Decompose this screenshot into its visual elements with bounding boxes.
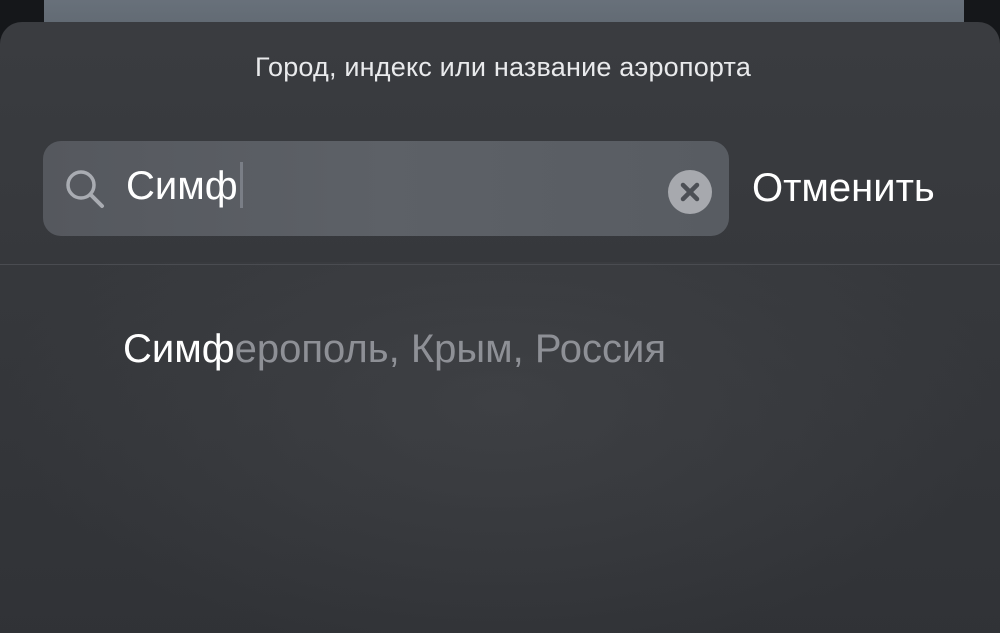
list-item[interactable]: Симферополь, Крым, Россия: [0, 307, 1000, 387]
clear-button[interactable]: [668, 170, 712, 214]
screen: Город, индекс или название аэропорта Сим…: [0, 0, 1000, 633]
search-icon: [62, 166, 108, 212]
result-match-text: Симф: [123, 327, 235, 371]
cancel-button[interactable]: Отменить: [752, 164, 935, 212]
search-sheet: Город, индекс или название аэропорта Сим…: [0, 22, 1000, 633]
sheet-title: Город, индекс или название аэропорта: [254, 52, 752, 82]
text-caret: [239, 162, 243, 208]
search-input-value[interactable]: Симф: [126, 162, 243, 210]
divider: [0, 264, 1000, 265]
result-label: Симферополь, Крым, Россия: [123, 325, 666, 373]
result-rest-text: ерополь, Крым, Россия: [234, 327, 667, 371]
